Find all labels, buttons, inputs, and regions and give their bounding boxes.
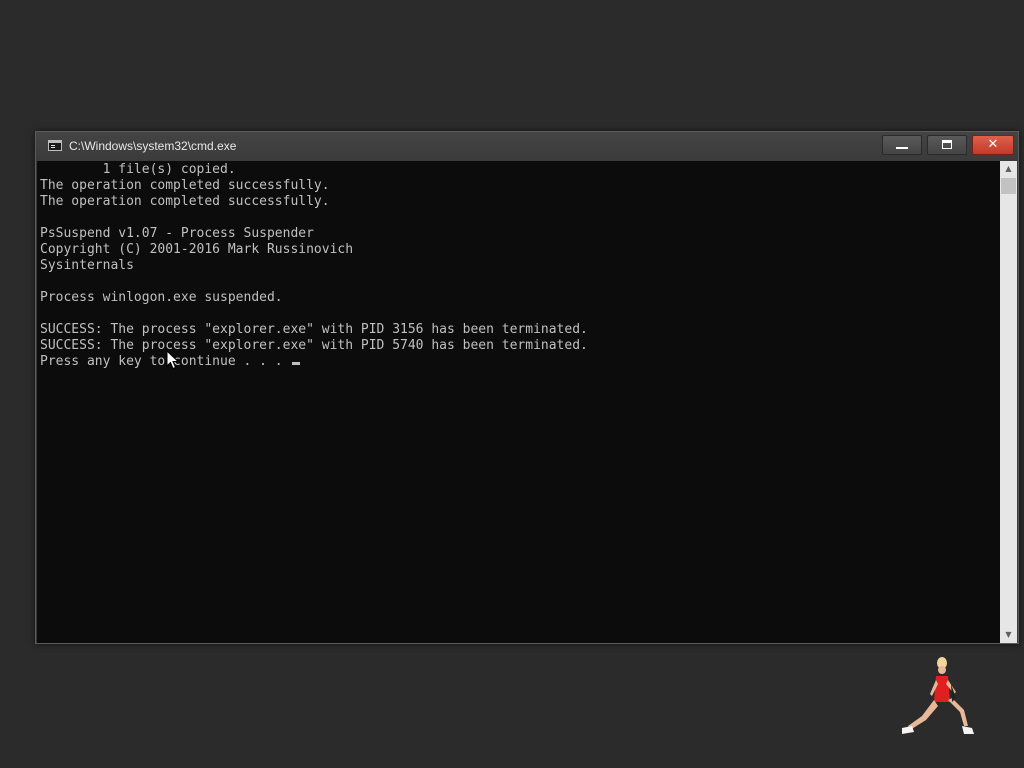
console-line: Sysinternals xyxy=(40,258,134,273)
minimize-button[interactable] xyxy=(882,135,922,155)
console-line: SUCCESS: The process "explorer.exe" with… xyxy=(40,322,588,337)
console-line: Copyright (C) 2001-2016 Mark Russinovich xyxy=(40,242,354,257)
console-line: Process winlogon.exe suspended. xyxy=(40,290,283,305)
console-line: PsSuspend v1.07 - Process Suspender xyxy=(40,226,314,241)
console-line: The operation completed successfully. xyxy=(40,178,330,193)
window-title: C:\Windows\system32\cmd.exe xyxy=(69,139,237,153)
mouse-pointer-icon xyxy=(166,350,180,370)
close-icon: ✕ xyxy=(987,137,999,152)
vertical-scrollbar[interactable]: ▲ ▼ xyxy=(1000,161,1017,643)
console-line: SUCCESS: The process "explorer.exe" with… xyxy=(40,338,588,353)
cmd-console-icon[interactable] xyxy=(48,140,62,151)
animated-dancer-figure xyxy=(902,657,974,734)
minimize-icon xyxy=(896,147,908,149)
scroll-down-arrow-icon[interactable]: ▼ xyxy=(1000,627,1017,643)
maximize-button[interactable] xyxy=(927,135,967,155)
text-cursor xyxy=(292,362,301,365)
desktop: C:\Windows\system32\cmd.exe ✕ 1 file(s) … xyxy=(0,0,1024,768)
console-line: 1 file(s) copied. xyxy=(40,162,236,177)
cmd-window[interactable]: C:\Windows\system32\cmd.exe ✕ 1 file(s) … xyxy=(35,131,1019,644)
scroll-thumb[interactable] xyxy=(1001,178,1016,194)
scroll-up-arrow-icon[interactable]: ▲ xyxy=(1000,161,1017,177)
console-line: The operation completed successfully. xyxy=(40,194,330,209)
maximize-icon xyxy=(942,140,952,149)
console-output-area[interactable]: 1 file(s) copied. The operation complete… xyxy=(37,161,1000,643)
title-bar[interactable]: C:\Windows\system32\cmd.exe ✕ xyxy=(36,132,1018,160)
console-text: 1 file(s) copied. The operation complete… xyxy=(40,162,588,370)
close-button[interactable]: ✕ xyxy=(972,135,1014,155)
